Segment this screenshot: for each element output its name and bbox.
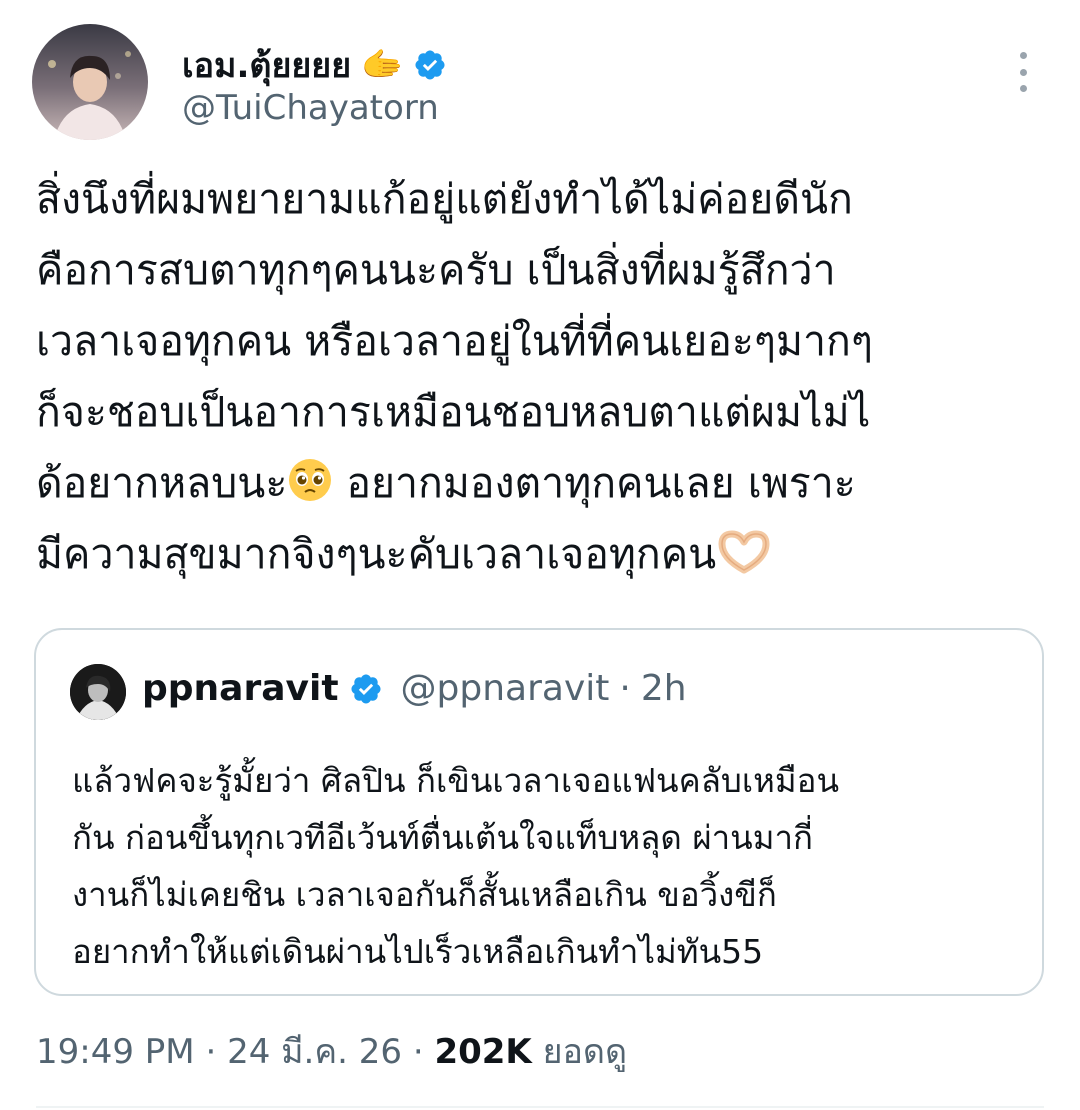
quoted-tweet-text: แล้วฟคจะรู้มั้ยว่า ศิลปิน ก็เขินเวลาเจอแ… xyxy=(72,761,840,971)
hand-emoji-icon: 🫱 xyxy=(361,45,404,85)
separator-dot: · xyxy=(412,1032,424,1072)
quoted-avatar-photo xyxy=(70,664,126,720)
verified-badge-icon xyxy=(415,50,446,80)
author-handle[interactable]: @TuiChayatorn xyxy=(182,88,439,128)
tweet-line: ก็จะชอบเป็นอาการเหมือนชอบหลบตาแต่ผมไม่ไ xyxy=(36,388,871,436)
tweet-line: ด้อยากหลบนะ xyxy=(36,459,288,507)
views-label: ยอดดู xyxy=(542,1032,628,1072)
tweet-time[interactable]: 19:49 PM xyxy=(36,1032,195,1072)
pleading-face-emoji-icon xyxy=(289,459,332,501)
tweet-date[interactable]: 24 มี.ค. 26 xyxy=(227,1032,402,1072)
quoted-author-handle[interactable]: @ppnaravit xyxy=(401,668,610,709)
quoted-tweet-card[interactable]: ppnaravit @ppnaravit · 2h แล้วฟคจะรู้มั้… xyxy=(34,628,1044,996)
tweet-line: คือการสบตาทุกๆคนนะครับ เป็นสิ่งที่ผมรู้ส… xyxy=(36,246,836,294)
tweet-line: เวลาเจอทุกคน หรือเวลาอยู่ในที่ที่คนเยอะๆ… xyxy=(36,317,873,365)
separator-dot: · xyxy=(205,1032,217,1072)
quoted-author-name[interactable]: ppnaravit xyxy=(142,668,339,709)
tweet-line: มีความสุขมากจิงๆนะคับเวลาเจอทุกคน xyxy=(36,530,717,578)
verified-badge-icon xyxy=(351,673,381,704)
views-count[interactable]: 202K xyxy=(434,1032,531,1072)
divider xyxy=(36,1106,1044,1108)
author-display-name[interactable]: เอม.ตุ้ยยยย 🫱 xyxy=(182,38,447,92)
tweet-line: อยากมองตาทุกคนเลย เพราะ xyxy=(333,459,856,507)
separator-dot: · xyxy=(619,668,631,709)
display-name-text: เอม.ตุ้ยยยย xyxy=(182,46,352,86)
author-avatar[interactable] xyxy=(32,24,148,140)
tweet-line: สิ่งนึงที่ผมพยายามแก้อยู่แต่ยังทำได้ไม่ค… xyxy=(36,175,853,223)
quoted-tweet-time[interactable]: 2h xyxy=(641,668,687,709)
heart-hands-emoji-icon xyxy=(718,530,770,574)
quoted-tweet-header: ppnaravit @ppnaravit · 2h xyxy=(142,668,687,709)
quoted-author-avatar[interactable] xyxy=(70,664,126,720)
tweet-meta: 19:49 PM · 24 มี.ค. 26 · 202K ยอดดู xyxy=(36,1024,627,1078)
more-options-icon[interactable] xyxy=(1008,52,1038,92)
avatar-photo xyxy=(32,24,148,140)
tweet-text: สิ่งนึงที่ผมพยายามแก้อยู่แต่ยังทำได้ไม่ค… xyxy=(36,164,1046,590)
